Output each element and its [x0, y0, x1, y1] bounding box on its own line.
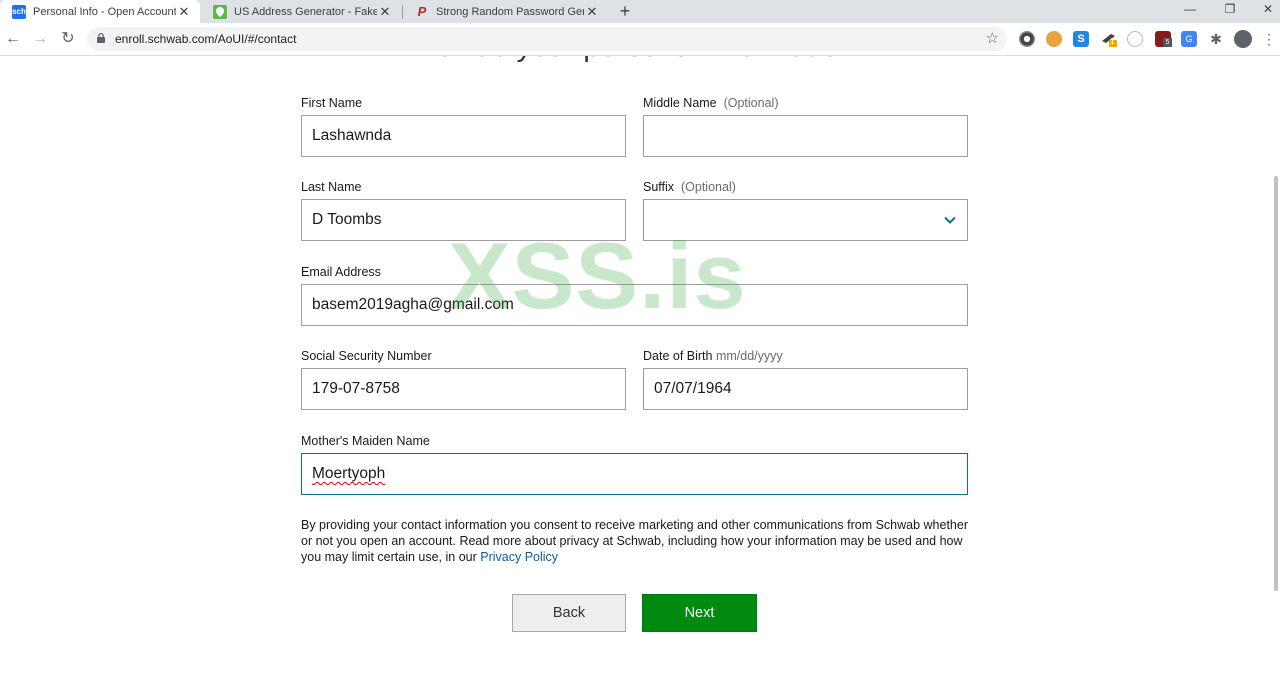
puzzle-icon[interactable]: ✱: [1208, 31, 1224, 47]
middle-name-label: Middle Name (Optional): [643, 96, 779, 110]
optional-hint: (Optional): [723, 96, 779, 110]
tab-address-generator[interactable]: US Address Generator - Fake Ad ✕: [201, 0, 401, 23]
forward-arrow-icon[interactable]: →: [30, 29, 50, 49]
page-content: Provide your personal information. First…: [0, 56, 1280, 684]
bookmark-star-icon[interactable]: ☆: [986, 29, 999, 47]
back-button[interactable]: Back: [512, 594, 626, 632]
email-input[interactable]: basem2019agha@gmail.com: [301, 284, 968, 326]
avatar-icon[interactable]: [1234, 30, 1252, 48]
scrollbar[interactable]: [1274, 176, 1278, 591]
extension-badge: 1: [1110, 37, 1115, 46]
maiden-name-input[interactable]: Moertyoph: [301, 453, 968, 495]
circle-icon[interactable]: [1127, 31, 1143, 47]
menu-kebab-icon[interactable]: ⋮: [1262, 31, 1276, 47]
reload-icon[interactable]: ↻: [58, 29, 78, 49]
ssn-input[interactable]: 179-07-8758: [301, 368, 626, 410]
dob-label: Date of Birth mm/dd/yyyy: [643, 349, 783, 363]
tab-title: US Address Generator - Fake Ad: [234, 5, 377, 18]
consent-text: By providing your contact information yo…: [301, 518, 968, 564]
minimize-icon[interactable]: —: [1172, 0, 1208, 20]
lock-icon: [97, 33, 105, 43]
translate-icon[interactable]: G: [1181, 31, 1197, 47]
extension-badge: 5: [1163, 38, 1172, 47]
middle-name-input[interactable]: [643, 115, 968, 157]
first-name-label: First Name: [301, 96, 363, 110]
schwab-favicon-icon: sch: [12, 4, 26, 19]
close-tab-icon[interactable]: ✕: [377, 4, 393, 20]
map-pin-favicon-icon: [213, 4, 227, 19]
window-close-icon[interactable]: ✕: [1250, 0, 1280, 20]
tab-title: Personal Info - Open Account | S: [33, 5, 176, 18]
new-tab-button[interactable]: +: [614, 1, 636, 21]
ssn-label: Social Security Number: [301, 349, 432, 363]
page-title: Provide your personal information.: [0, 56, 1270, 64]
last-name-label: Last Name: [301, 180, 362, 194]
dob-input[interactable]: 07/07/1964: [643, 368, 968, 410]
p-logo-favicon-icon: P: [417, 4, 427, 19]
first-name-input[interactable]: Lashawnda: [301, 115, 626, 157]
next-button[interactable]: Next: [642, 594, 757, 632]
chevron-down-icon: [944, 216, 956, 224]
email-label: Email Address: [301, 265, 381, 279]
close-tab-icon[interactable]: ✕: [176, 4, 192, 20]
tab-password-generator[interactable]: P Strong Random Password Gener ✕: [403, 0, 608, 23]
close-tab-icon[interactable]: ✕: [584, 4, 600, 20]
tab-personal-info[interactable]: sch Personal Info - Open Account | S ✕: [0, 0, 200, 23]
suffix-select[interactable]: [643, 199, 968, 241]
date-format-hint: mm/dd/yyyy: [715, 349, 783, 363]
cookie-icon[interactable]: [1046, 31, 1062, 47]
suffix-label: Suffix (Optional): [643, 180, 736, 194]
s-icon[interactable]: S: [1073, 31, 1089, 47]
back-arrow-icon[interactable]: ←: [3, 29, 23, 49]
sniper-icon[interactable]: 1: [1101, 31, 1117, 47]
optional-hint: (Optional): [681, 180, 736, 194]
last-name-input[interactable]: D Toombs: [301, 199, 626, 241]
ublock-icon[interactable]: 5: [1155, 31, 1172, 47]
chrome-icon[interactable]: [1019, 31, 1035, 47]
tab-strip: sch Personal Info - Open Account | S ✕ U…: [0, 0, 1280, 23]
privacy-policy-link[interactable]: Privacy Policy: [480, 550, 558, 564]
address-bar[interactable]: enroll.schwab.com/AoUI/#/contact ☆: [87, 27, 1007, 51]
restore-icon[interactable]: ❐: [1212, 0, 1248, 20]
maiden-name-label: Mother's Maiden Name: [301, 434, 430, 448]
tab-title: Strong Random Password Gener: [436, 5, 584, 18]
url-text: enroll.schwab.com/AoUI/#/contact: [115, 32, 297, 46]
